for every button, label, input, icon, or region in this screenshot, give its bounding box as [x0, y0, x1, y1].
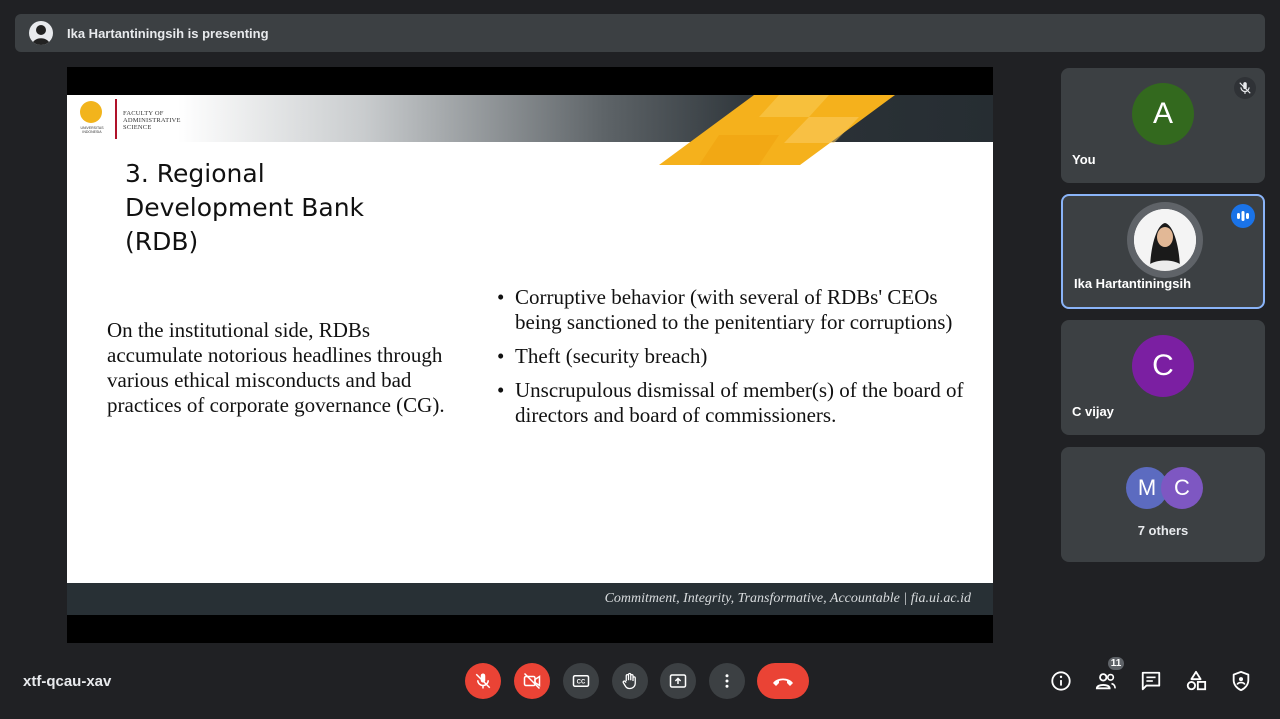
others-count-label: 7 others [1137, 523, 1189, 538]
people-icon [1095, 673, 1116, 690]
host-controls-icon [1232, 670, 1250, 692]
presenting-label: Ika Hartantiningsih is presenting [67, 25, 269, 41]
slide-title-line: 3. Regional [125, 159, 265, 188]
present-now-button[interactable] [660, 663, 696, 699]
captions-icon: CC [572, 675, 590, 687]
more-options-icon [725, 674, 729, 688]
avatar: C [1132, 335, 1194, 397]
shared-screen: UNIVERSITAS INDONESIA FACULTY OF ADMINIS… [67, 67, 993, 643]
hang-up-icon [773, 678, 793, 686]
chat-button[interactable] [1138, 668, 1164, 694]
chat-icon [1141, 671, 1161, 691]
camera-off-icon [523, 672, 541, 690]
faculty-logo-text: FACULTY OF ADMINISTRATIVE SCIENCE [123, 110, 181, 131]
slide-paragraph: On the institutional side, RDBs accumula… [107, 318, 445, 417]
participant-tile-c-vijay[interactable]: C C vijay [1061, 320, 1265, 435]
people-count-badge: 11 [1106, 655, 1126, 672]
meeting-code: xtf-qcau-xav [23, 673, 112, 690]
participant-tile-you[interactable]: A You [1061, 68, 1265, 183]
more-options-button[interactable] [709, 663, 745, 699]
camera-toggle-button[interactable] [514, 663, 550, 699]
mic-off-icon [1234, 77, 1256, 99]
decorative-gold-banner [659, 95, 895, 165]
participant-tile-ika[interactable]: Ika Hartantiningsih [1061, 194, 1265, 309]
slide-title-line: Development Bank [125, 193, 365, 222]
university-seal-logo [80, 101, 102, 123]
raise-hand-icon [622, 672, 636, 690]
participant-name: C vijay [1072, 404, 1114, 419]
university-seal-caption: UNIVERSITAS INDONESIA [80, 126, 104, 134]
leave-call-button[interactable] [757, 663, 809, 699]
slide-bullet: Theft (security breach) [497, 344, 967, 369]
faculty-logo-line: ADMINISTRATIVE [123, 117, 181, 124]
presentation-slide: UNIVERSITAS INDONESIA FACULTY OF ADMINIS… [67, 95, 993, 615]
activities-icon [1186, 670, 1207, 691]
host-controls-button[interactable] [1228, 668, 1254, 694]
slide-title: 3. Regional Development Bank (RDB) [125, 157, 425, 259]
avatar: C [1161, 467, 1203, 509]
raise-hand-button[interactable] [612, 663, 648, 699]
activities-button[interactable] [1183, 668, 1209, 694]
slide-bullet: Unscrupulous dismissal of member(s) of t… [497, 378, 967, 428]
avatar: A [1132, 83, 1194, 145]
presenter-avatar [29, 21, 53, 45]
mic-toggle-button[interactable] [465, 663, 501, 699]
participant-name: You [1072, 152, 1096, 167]
speaking-icon [1231, 204, 1255, 228]
mic-off-icon [475, 673, 491, 689]
info-icon [1051, 671, 1071, 691]
slide-bullet-list: Corruptive behavior (with several of RDB… [497, 285, 967, 437]
slide-footer: Commitment, Integrity, Transformative, A… [67, 583, 993, 615]
slide-bullet: Corruptive behavior (with several of RDB… [497, 285, 967, 335]
slide-title-line: (RDB) [125, 227, 199, 256]
speaking-ring [1127, 202, 1203, 278]
faculty-logo-line: SCIENCE [123, 124, 152, 131]
profile-photo [1134, 209, 1196, 271]
meeting-details-button[interactable] [1048, 668, 1074, 694]
presenting-bar: Ika Hartantiningsih is presenting [15, 14, 1265, 52]
logo-divider [115, 99, 117, 139]
participant-tile-others[interactable]: M C 7 others [1061, 447, 1265, 562]
faculty-logo-line: FACULTY OF [123, 110, 164, 117]
svg-text:CC: CC [577, 680, 586, 686]
captions-button[interactable]: CC [563, 663, 599, 699]
participant-name: Ika Hartantiningsih [1074, 276, 1192, 291]
present-icon [669, 674, 687, 688]
slide-footer-text: Commitment, Integrity, Transformative, A… [604, 591, 971, 606]
